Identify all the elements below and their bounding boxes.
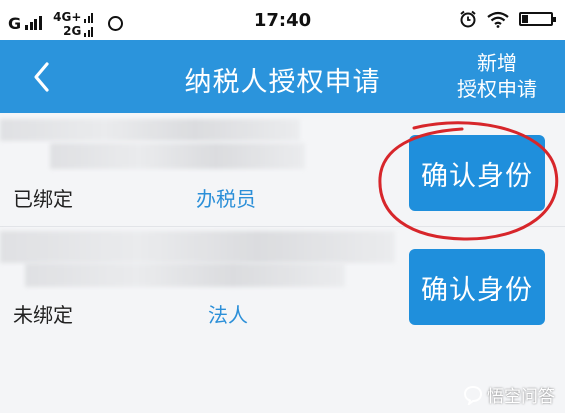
watermark-text: 悟空问答 [487, 387, 555, 407]
authorization-list: 已绑定 办税员 确认身份 未绑定 法人 确认身份 [0, 113, 565, 413]
role-label: 法人 [208, 303, 248, 327]
binding-status-label: 已绑定 [13, 187, 73, 211]
battery-icon [519, 12, 556, 26]
redacted-taxpayer-info [0, 119, 300, 141]
alarm-icon [460, 10, 476, 28]
redacted-taxpayer-info [50, 143, 305, 169]
speech-bubble-icon [463, 385, 483, 405]
nav-bar: 纳税人授权申请 新增 授权申请 [0, 40, 565, 113]
new-authorization-label-line1: 新增 [477, 51, 517, 75]
redacted-taxpayer-info [25, 263, 345, 287]
status-bar: G 4G+ 2G 17:40 [0, 0, 565, 40]
status-right [449, 10, 556, 28]
new-authorization-button[interactable]: 新增 授权申请 [447, 50, 547, 102]
list-item: 已绑定 办税员 确认身份 [0, 113, 565, 227]
redacted-taxpayer-info [0, 231, 395, 263]
battery-level-fill [522, 15, 528, 23]
role-label: 办税员 [196, 187, 256, 211]
confirm-identity-button[interactable]: 确认身份 [409, 249, 545, 325]
wifi-icon [487, 11, 509, 28]
watermark: 悟空问答 [463, 382, 555, 407]
confirm-identity-button[interactable]: 确认身份 [409, 135, 545, 211]
list-item: 未绑定 法人 确认身份 [0, 227, 565, 339]
binding-status-label: 未绑定 [13, 303, 73, 327]
new-authorization-label-line2: 授权申请 [457, 77, 537, 101]
